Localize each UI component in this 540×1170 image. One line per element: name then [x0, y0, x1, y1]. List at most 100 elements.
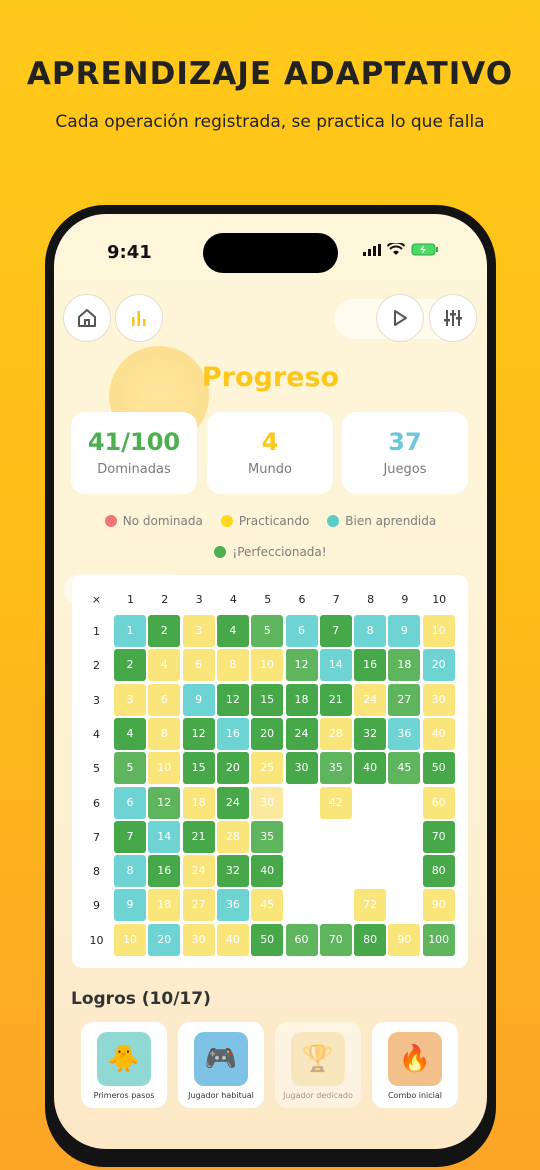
grid-cell[interactable]: 6 — [114, 786, 146, 819]
settings-button[interactable] — [429, 294, 477, 342]
grid-cell[interactable]: 18 — [182, 786, 215, 819]
grid-cell[interactable]: 10 — [114, 923, 146, 956]
grid-cell[interactable]: 4 — [114, 717, 146, 750]
grid-cell[interactable]: 28 — [216, 820, 249, 853]
grid-cell[interactable]: 70 — [422, 820, 455, 853]
grid-cell[interactable]: 14 — [319, 649, 352, 682]
grid-cell[interactable]: 3 — [114, 683, 146, 716]
grid-cell[interactable]: 9 — [182, 683, 215, 716]
grid-cell[interactable]: 30 — [182, 923, 215, 956]
grid-cell[interactable]: 40 — [216, 923, 249, 956]
grid-cell[interactable]: 5 — [251, 615, 284, 647]
grid-cell[interactable]: 24 — [285, 717, 318, 750]
grid-cell[interactable]: 90 — [388, 923, 421, 956]
grid-cell[interactable]: 50 — [251, 923, 284, 956]
grid-cell[interactable]: 10 — [148, 752, 181, 785]
grid-cell[interactable]: 18 — [388, 649, 421, 682]
grid-cell[interactable]: 12 — [285, 649, 318, 682]
grid-cell[interactable]: 20 — [148, 923, 181, 956]
grid-cell[interactable]: 45 — [388, 752, 421, 785]
grid-cell[interactable]: 40 — [251, 855, 284, 888]
grid-cell[interactable]: 16 — [148, 855, 181, 888]
grid-cell[interactable]: 72 — [354, 889, 387, 922]
grid-cell[interactable]: 9 — [114, 889, 146, 922]
grid-cell[interactable]: 18 — [285, 683, 318, 716]
grid-cell[interactable]: 24 — [182, 855, 215, 888]
grid-cell[interactable]: 12 — [216, 683, 249, 716]
grid-cell[interactable]: 28 — [319, 717, 352, 750]
grid-cell[interactable]: 32 — [216, 855, 249, 888]
grid-cell[interactable]: 12 — [148, 786, 181, 819]
grid-cell[interactable]: 42 — [319, 786, 352, 819]
grid-cell[interactable]: 90 — [422, 889, 455, 922]
home-button[interactable] — [63, 294, 111, 342]
grid-cell[interactable]: 60 — [422, 786, 455, 819]
grid-cell[interactable]: 7 — [319, 615, 352, 647]
achievement-jugador-dedicado[interactable]: 🏆 Jugador dedicado — [275, 1022, 361, 1108]
grid-cell[interactable]: 20 — [422, 649, 455, 682]
grid-cell[interactable]: 10 — [251, 649, 284, 682]
grid-cell[interactable]: 1 — [114, 615, 146, 647]
grid-col-header: 8 — [367, 593, 375, 606]
grid-cell[interactable]: 7 — [114, 820, 146, 853]
grid-cell[interactable]: 8 — [216, 649, 249, 682]
gamepad-icon: 🎮 — [194, 1032, 248, 1086]
grid-cell[interactable]: 24 — [216, 786, 249, 819]
stats-button[interactable] — [115, 294, 163, 342]
grid-cell[interactable]: 80 — [354, 923, 387, 956]
grid-cell[interactable]: 2 — [148, 615, 181, 647]
grid-cell[interactable]: 18 — [148, 889, 181, 922]
grid-cell[interactable]: 30 — [285, 752, 318, 785]
grid-cell[interactable]: 30 — [422, 683, 455, 716]
grid-cell[interactable]: 20 — [251, 717, 284, 750]
grid-cell[interactable]: 8 — [148, 717, 181, 750]
grid-cell[interactable]: 9 — [388, 615, 421, 647]
grid-cell[interactable]: 50 — [422, 752, 455, 785]
grid-cell[interactable]: 4 — [216, 615, 249, 647]
legend-label: No dominada — [122, 514, 203, 528]
legend-label: ¡Perfeccionada! — [232, 545, 327, 559]
grid-cell[interactable]: 27 — [388, 683, 421, 716]
grid-cell[interactable]: 20 — [216, 752, 249, 785]
achievement-primeros-pasos[interactable]: 🐥 Primeros pasos — [81, 1022, 167, 1108]
grid-cell[interactable]: 8 — [114, 855, 146, 888]
grid-cell[interactable]: 16 — [354, 649, 387, 682]
grid-cell[interactable]: 27 — [182, 889, 215, 922]
grid-cell[interactable]: 36 — [216, 889, 249, 922]
grid-cell[interactable]: 32 — [354, 717, 387, 750]
grid-cell[interactable]: 21 — [319, 683, 352, 716]
grid-cell[interactable]: 3 — [182, 615, 215, 647]
grid-cell[interactable]: 40 — [422, 717, 455, 750]
grid-cell[interactable]: 10 — [422, 615, 455, 647]
grid-cell[interactable]: 36 — [388, 717, 421, 750]
grid-cell[interactable]: 60 — [285, 923, 318, 956]
grid-cell[interactable]: 16 — [216, 717, 249, 750]
grid-col-header: 10 — [432, 593, 447, 606]
grid-cell[interactable]: 35 — [319, 752, 352, 785]
grid-cell[interactable]: 40 — [354, 752, 387, 785]
grid-cell[interactable]: 100 — [422, 923, 455, 956]
grid-cell[interactable]: 4 — [148, 649, 181, 682]
grid-cell[interactable]: 45 — [251, 889, 284, 922]
grid-cell[interactable]: 14 — [148, 820, 181, 853]
grid-cell[interactable]: 35 — [251, 820, 284, 853]
grid-cell[interactable]: 5 — [114, 752, 146, 785]
play-button[interactable] — [376, 294, 424, 342]
achievement-combo-inicial[interactable]: 🔥 Combo inicial — [372, 1022, 458, 1108]
grid-cell[interactable]: 15 — [182, 752, 215, 785]
grid-cell[interactable]: 8 — [354, 615, 387, 647]
grid-cell[interactable]: 24 — [354, 683, 387, 716]
grid-cell[interactable]: 70 — [319, 923, 352, 956]
grid-cell[interactable]: 30 — [251, 786, 284, 819]
grid-cell[interactable]: 25 — [251, 752, 284, 785]
battery-icon — [411, 243, 438, 256]
grid-cell[interactable]: 21 — [182, 820, 215, 853]
grid-cell[interactable]: 6 — [182, 649, 215, 682]
achievement-jugador-habitual[interactable]: 🎮 Jugador habitual — [178, 1022, 264, 1108]
grid-cell[interactable]: 6 — [285, 615, 318, 647]
grid-cell[interactable]: 2 — [114, 649, 146, 682]
grid-cell[interactable]: 12 — [182, 717, 215, 750]
grid-cell[interactable]: 80 — [422, 855, 455, 888]
grid-cell[interactable]: 6 — [148, 683, 181, 716]
grid-cell[interactable]: 15 — [251, 683, 284, 716]
